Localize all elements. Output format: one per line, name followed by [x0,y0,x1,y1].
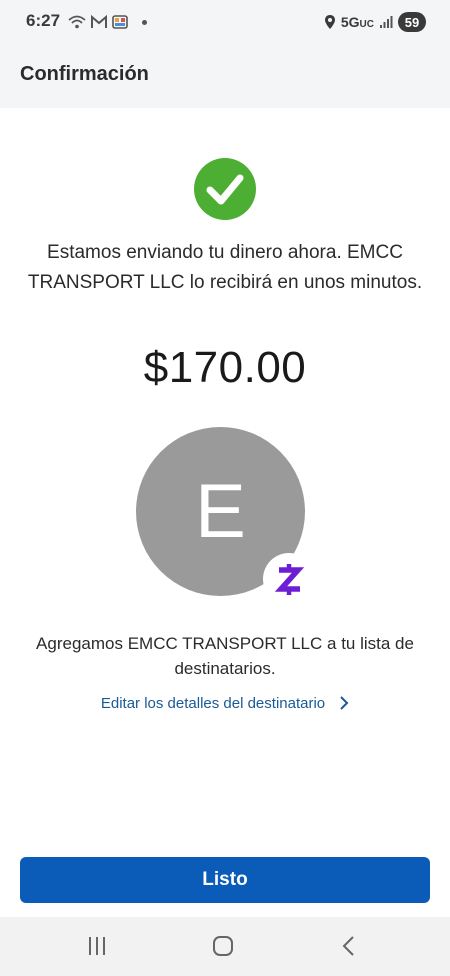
app-header: Confirmación [0,46,450,108]
status-bar: 6:27 5GUC 59 [0,0,450,46]
navigation-bar [0,917,450,976]
signal-icon [380,16,393,28]
location-icon [324,15,335,29]
recent-apps-icon[interactable] [86,935,108,957]
edit-recipient-link[interactable]: Editar los detalles del destinatario [0,690,450,716]
notification-icons [68,13,147,31]
avatar-initial: E [195,468,246,554]
confirmation-message: Estamos enviando tu dinero ahora. EMCC T… [27,242,423,293]
amount: $170.00 [143,343,307,392]
system-indicators: 5GUC 59 [324,11,426,33]
page-title: Confirmación [20,63,149,85]
edit-recipient-label: Editar los detalles del destinatario [100,694,326,712]
gmail-icon [91,15,107,28]
battery-indicator: 59 [398,12,426,32]
recipient-added-message: Agregamos EMCC TRANSPORT LLC a tu lista … [36,634,414,678]
network-type: 5GUC [340,14,374,30]
notification-dot [142,19,147,25]
checkmark-icon [194,158,256,220]
home-icon[interactable] [212,935,234,957]
chevron-right-icon [340,696,349,710]
photos-icon [112,15,128,29]
done-button[interactable]: Listo [20,857,430,903]
back-icon[interactable] [340,935,358,957]
wifi-calling-icon [68,15,86,29]
zelle-icon [263,553,315,605]
status-time: 6:27 [26,11,61,30]
